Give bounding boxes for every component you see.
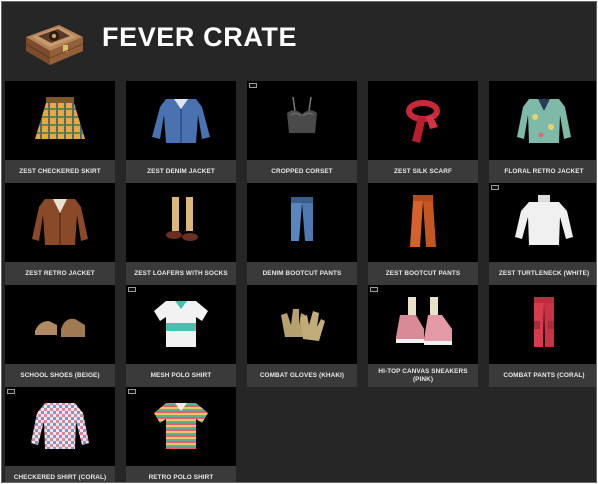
item-image (5, 183, 115, 262)
item-label: ZEST RETRO JACKET (5, 262, 115, 285)
item-image (247, 285, 357, 364)
corset-icon (287, 96, 317, 133)
retro-jacket-icon (32, 199, 88, 245)
shoes-icon (35, 318, 85, 337)
item-tile[interactable]: ZEST LOAFERS WITH SOCKS (126, 183, 236, 285)
item-label: COMBAT PANTS (CORAL) (489, 364, 596, 387)
item-image (126, 387, 236, 466)
turtleneck-icon (515, 195, 573, 245)
new-badge-icon (491, 185, 499, 190)
item-image (368, 285, 478, 364)
bootcut-pants-icon (410, 195, 436, 247)
item-tile[interactable]: CROPPED CORSET (247, 81, 357, 183)
item-label: ZEST SILK SCARF (368, 160, 478, 183)
item-tile[interactable]: RETRO POLO SHIRT (126, 387, 236, 482)
item-grid: ZEST CHECKERED SKIRT ZEST DENIM JACKET C… (2, 79, 596, 482)
item-tile[interactable]: HI-TOP CANVAS SNEAKERS (PINK) (368, 285, 478, 387)
retro-polo-icon (154, 403, 208, 449)
crate-panel: FEVER CRATE ZEST CHECKERED SKIRT ZEST DE… (1, 1, 597, 483)
item-tile[interactable]: ZEST BOOTCUT PANTS (368, 183, 478, 285)
item-label: CROPPED CORSET (247, 160, 357, 183)
item-label: ZEST DENIM JACKET (126, 160, 236, 183)
item-label: FLORAL RETRO JACKET (489, 160, 596, 183)
item-tile[interactable]: FLORAL RETRO JACKET (489, 81, 596, 183)
denim-jacket-icon (152, 99, 210, 143)
item-tile[interactable]: MESH POLO SHIRT (126, 285, 236, 387)
item-tile[interactable]: DENIM BOOTCUT PANTS (247, 183, 357, 285)
crate-header: FEVER CRATE (2, 2, 596, 78)
item-label: CHECKERED SHIRT (CORAL) (5, 466, 115, 482)
item-tile[interactable]: CHECKERED SHIRT (CORAL) (5, 387, 115, 482)
item-image (5, 285, 115, 364)
item-label: ZEST CHECKERED SKIRT (5, 160, 115, 183)
new-badge-icon (128, 287, 136, 292)
item-label: ZEST TURTLENECK (WHITE) (489, 262, 596, 285)
item-image (5, 387, 115, 466)
item-label: MESH POLO SHIRT (126, 364, 236, 387)
item-image (126, 285, 236, 364)
item-label: DENIM BOOTCUT PANTS (247, 262, 357, 285)
item-label: ZEST LOAFERS WITH SOCKS (126, 262, 236, 285)
item-tile[interactable]: SCHOOL SHOES (BEIGE) (5, 285, 115, 387)
gloves-icon (281, 309, 325, 341)
item-label: RETRO POLO SHIRT (126, 466, 236, 482)
item-image (489, 81, 596, 160)
checkered-shirt-icon (31, 403, 89, 449)
denim-pants-icon (291, 197, 313, 241)
item-image (5, 81, 115, 160)
item-label: ZEST BOOTCUT PANTS (368, 262, 478, 285)
item-image (489, 183, 596, 262)
scarf-icon (406, 100, 440, 143)
item-tile[interactable]: COMBAT PANTS (CORAL) (489, 285, 596, 387)
item-tile[interactable]: ZEST DENIM JACKET (126, 81, 236, 183)
item-tile[interactable]: ZEST SILK SCARF (368, 81, 478, 183)
item-image (247, 183, 357, 262)
combat-pants-icon (534, 297, 554, 347)
new-badge-icon (7, 389, 15, 394)
item-image (126, 183, 236, 262)
sneakers-icon (396, 297, 452, 345)
item-tile[interactable]: ZEST RETRO JACKET (5, 183, 115, 285)
item-label: HI-TOP CANVAS SNEAKERS (PINK) (368, 364, 478, 387)
item-tile[interactable]: ZEST CHECKERED SKIRT (5, 81, 115, 183)
loafers-icon (166, 197, 198, 241)
item-image (489, 285, 596, 364)
crate-icon (25, 25, 84, 65)
item-image (368, 81, 478, 160)
new-badge-icon (249, 83, 257, 88)
item-label: SCHOOL SHOES (BEIGE) (5, 364, 115, 387)
item-image (126, 81, 236, 160)
crate-title: FEVER CRATE (102, 22, 298, 52)
polo-shirt-icon (154, 301, 208, 347)
new-badge-icon (370, 287, 378, 292)
new-badge-icon (128, 389, 136, 394)
skirt-icon (35, 97, 85, 139)
item-image (368, 183, 478, 262)
item-label: COMBAT GLOVES (KHAKI) (247, 364, 357, 387)
item-tile[interactable]: ZEST TURTLENECK (WHITE) (489, 183, 596, 285)
floral-jacket-icon (517, 99, 571, 143)
item-image (247, 81, 357, 160)
item-tile[interactable]: COMBAT GLOVES (KHAKI) (247, 285, 357, 387)
